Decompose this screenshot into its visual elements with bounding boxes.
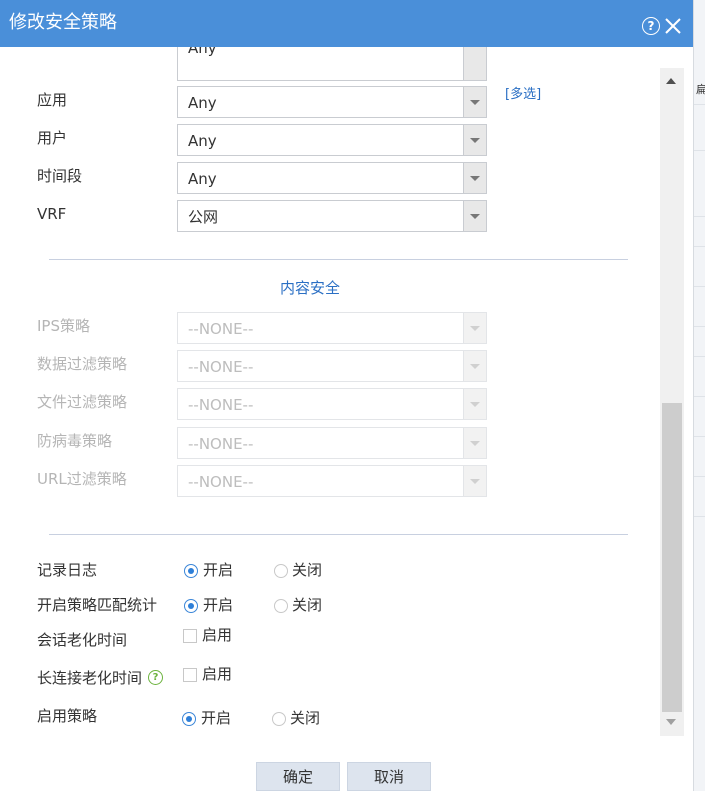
antivirus-select: --NONE-- xyxy=(177,427,487,459)
help-icon[interactable]: ? xyxy=(148,670,163,685)
background-page-edge: 扁 xyxy=(693,0,705,791)
help-icon[interactable]: ? xyxy=(642,17,660,35)
time-range-select[interactable]: Any xyxy=(177,162,487,194)
long-conn-aging-enable-label[interactable]: 启用 xyxy=(202,664,232,684)
user-label: 用户 xyxy=(37,129,68,147)
dialog-title: 修改安全策略 xyxy=(9,12,117,33)
ips-policy-value: --NONE-- xyxy=(188,320,254,338)
app-label: 应用 xyxy=(37,91,68,109)
data-filter-select: --NONE-- xyxy=(177,350,487,382)
file-filter-label: 文件过滤策略 xyxy=(37,393,128,411)
user-select-value: Any xyxy=(188,132,217,150)
file-filter-value: --NONE-- xyxy=(188,396,254,414)
log-off-label[interactable]: 关闭 xyxy=(292,560,322,580)
divider xyxy=(49,534,628,535)
scroll-down-arrow-icon[interactable] xyxy=(666,719,676,725)
chevron-down-icon xyxy=(463,87,486,117)
match-stats-off-label[interactable]: 关闭 xyxy=(292,595,322,615)
vrf-label: VRF xyxy=(37,205,67,223)
match-stats-off-radio[interactable] xyxy=(274,599,288,613)
chevron-down-icon xyxy=(463,428,486,458)
scroll-up-arrow-icon[interactable] xyxy=(666,78,676,84)
content-security-heading: 内容安全 xyxy=(280,279,341,297)
background-row-line xyxy=(694,356,705,357)
url-filter-label: URL过滤策略 xyxy=(37,470,127,488)
antivirus-value: --NONE-- xyxy=(188,435,254,453)
background-row-line xyxy=(694,286,705,287)
data-filter-label: 数据过滤策略 xyxy=(37,355,128,373)
background-row-line xyxy=(694,436,705,437)
background-row-line xyxy=(694,516,705,517)
time-range-label: 时间段 xyxy=(37,167,83,185)
chevron-down-icon xyxy=(463,351,486,381)
background-row-line xyxy=(694,476,705,477)
cancel-button[interactable]: 取消 xyxy=(347,762,431,791)
multi-select-link[interactable]: [多选] xyxy=(505,86,541,104)
app-select-value: Any xyxy=(188,94,217,112)
long-conn-aging-checkbox[interactable] xyxy=(183,668,197,682)
chevron-down-icon xyxy=(463,163,486,193)
session-aging-checkbox[interactable] xyxy=(183,629,197,643)
enable-policy-label: 启用策略 xyxy=(37,707,98,725)
chevron-down-icon xyxy=(463,201,486,231)
record-log-label: 记录日志 xyxy=(37,561,98,579)
vrf-select-value: 公网 xyxy=(188,208,219,226)
close-icon[interactable] xyxy=(664,15,682,37)
log-on-radio[interactable] xyxy=(184,564,198,578)
log-on-label[interactable]: 开启 xyxy=(203,560,233,580)
chevron-down-icon xyxy=(463,125,486,155)
background-row-line xyxy=(694,326,705,327)
background-row-line xyxy=(694,104,705,105)
edit-security-policy-dialog: 修改安全策略 ? Any 应用 Any [多选] 用户 Any 时间段 Any … xyxy=(0,0,693,791)
divider xyxy=(49,259,628,260)
background-row-line xyxy=(694,246,705,247)
background-edge-text: 扁 xyxy=(696,83,705,96)
long-conn-aging-label: 长连接老化时间 xyxy=(37,669,143,687)
app-select[interactable]: Any xyxy=(177,86,487,118)
enable-policy-off-label[interactable]: 关闭 xyxy=(290,708,320,728)
user-select[interactable]: Any xyxy=(177,124,487,156)
enable-policy-off-radio[interactable] xyxy=(272,712,286,726)
log-off-radio[interactable] xyxy=(274,564,288,578)
background-row-line xyxy=(694,396,705,397)
enable-policy-on-label[interactable]: 开启 xyxy=(201,708,231,728)
antivirus-label: 防病毒策略 xyxy=(37,432,113,450)
ips-policy-select: --NONE-- xyxy=(177,312,487,344)
chevron-down-icon xyxy=(463,389,486,419)
file-filter-select: --NONE-- xyxy=(177,388,487,420)
match-stats-on-label[interactable]: 开启 xyxy=(203,595,233,615)
match-stats-on-radio[interactable] xyxy=(184,599,198,613)
session-aging-enable-label[interactable]: 启用 xyxy=(202,625,232,645)
chevron-down-icon xyxy=(463,466,486,496)
data-filter-value: --NONE-- xyxy=(188,358,254,376)
session-aging-label: 会话老化时间 xyxy=(37,631,128,649)
enable-policy-on-radio[interactable] xyxy=(182,712,196,726)
ok-button[interactable]: 确定 xyxy=(256,762,340,791)
url-filter-value: --NONE-- xyxy=(188,473,254,491)
scrollbar-thumb[interactable] xyxy=(662,403,682,712)
url-filter-select: --NONE-- xyxy=(177,465,487,497)
vrf-select[interactable]: 公网 xyxy=(177,200,487,232)
chevron-down-icon xyxy=(463,47,486,80)
time-range-select-value: Any xyxy=(188,170,217,188)
chevron-down-icon xyxy=(463,313,486,343)
scrolled-select-value: Any xyxy=(188,47,217,57)
background-row-line xyxy=(694,150,705,151)
background-row-line xyxy=(694,216,705,217)
match-stats-label: 开启策略匹配统计 xyxy=(37,596,158,614)
scrolled-select[interactable]: Any xyxy=(177,47,487,81)
dialog-titlebar: 修改安全策略 ? xyxy=(0,0,693,47)
ips-policy-label: IPS策略 xyxy=(37,317,90,335)
